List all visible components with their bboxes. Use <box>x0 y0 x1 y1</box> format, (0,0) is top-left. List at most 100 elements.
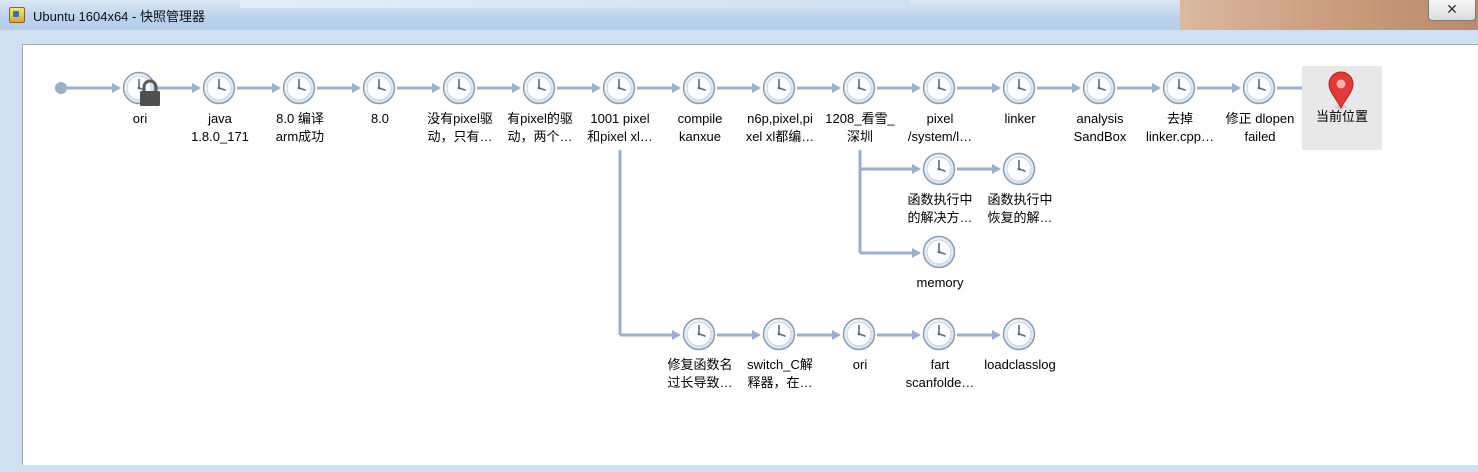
snapshot-clock-icon <box>202 71 236 105</box>
snapshot-clock-icon <box>762 71 796 105</box>
snapshot-node-compile-kanxue[interactable]: compile kanxue <box>660 70 740 150</box>
snapshot-node-pixel-system[interactable]: pixel/system/l… <box>900 70 980 150</box>
snapshot-label-line: 8.0 编译 <box>276 111 324 126</box>
snapshot-label: 函数执行中的解决方… <box>900 191 980 227</box>
snapshot-label: n6p,pixel,pi xel xl都编… <box>740 110 820 146</box>
snapshot-label-line: 过长导致… <box>667 375 733 390</box>
snapshot-label-line: xel xl都编… <box>745 129 815 144</box>
snapshot-clock-icon <box>922 71 956 105</box>
snapshot-label-line: 1.8.0_171 <box>191 129 249 144</box>
snapshot-label: switch_C解 释器，在… <box>740 356 820 392</box>
snapshot-node-ori-2[interactable]: ori <box>820 316 900 396</box>
snapshot-node-java[interactable]: java 1.8.0_171 <box>180 70 260 150</box>
snapshot-label-line: switch_C解 <box>747 357 813 372</box>
snapshot-label: 有pixel的驱 动，两个… <box>500 110 580 146</box>
snapshot-clock-icon <box>362 71 396 105</box>
snapshot-label-line: 函数执行中 <box>907 192 973 207</box>
snapshot-clock-icon <box>602 71 636 105</box>
snapshot-node-loadclasslog[interactable]: loadclasslog <box>980 316 1060 396</box>
snapshot-node-1208[interactable]: 1208_看雪_ 深圳 <box>820 70 900 150</box>
snapshot-label-line: 没有pixel驱 <box>427 111 493 126</box>
snapshot-node-80-compile[interactable]: 8.0 编译 arm成功 <box>260 70 340 150</box>
lock-icon <box>140 79 160 106</box>
snapshot-node-switch-c[interactable]: switch_C解 释器，在… <box>740 316 820 396</box>
snapshot-label: 修复函数名过长导致… <box>660 356 740 392</box>
snapshot-label-line: loadclasslog <box>984 357 1056 372</box>
snapshot-label-line: 的解决方… <box>907 210 973 225</box>
close-button[interactable]: ✕ <box>1428 0 1476 21</box>
snapshot-node-fart[interactable]: fart scanfolde… <box>900 316 980 396</box>
snapshot-clock-icon <box>1002 152 1036 186</box>
snapshot-clock-icon <box>842 71 876 105</box>
snapshot-label-line: compile <box>677 111 723 126</box>
snapshot-label-line: 修复函数名 <box>667 357 733 372</box>
snapshot-node-linker[interactable]: linker <box>980 70 1060 150</box>
snapshot-node-ori[interactable]: ori <box>100 70 180 150</box>
snapshot-node-n6p[interactable]: n6p,pixel,pi xel xl都编… <box>740 70 820 150</box>
snapshot-label: compile kanxue <box>660 110 740 146</box>
snapshot-label: linker <box>980 110 1060 128</box>
snapshot-clock-icon <box>682 317 716 351</box>
snapshot-label-line: 8.0 <box>370 111 390 126</box>
snapshot-label: loadclasslog <box>980 356 1060 374</box>
snapshot-label-line: scanfolde… <box>905 375 975 390</box>
snapshot-label-line: 深圳 <box>846 129 873 144</box>
snapshot-clock-icon <box>842 317 876 351</box>
snapshot-label: 1208_看雪_ 深圳 <box>820 110 900 146</box>
snapshot-label-line: 和pixel xl… <box>587 129 653 144</box>
background-window-strip <box>240 0 910 8</box>
snapshot-node-func-exec-2[interactable]: 函数执行中 恢复的解… <box>980 151 1060 231</box>
snapshot-node-80[interactable]: 8.0 <box>340 70 420 150</box>
snapshot-clock-icon <box>1082 71 1116 105</box>
snapshot-label: fart scanfolde… <box>900 356 980 392</box>
snapshot-clock-icon <box>442 71 476 105</box>
snapshot-label-line: ori <box>132 111 148 126</box>
snapshot-clock-icon <box>1162 71 1196 105</box>
snapshot-clock-icon <box>682 71 716 105</box>
snapshot-label-line: /system/l… <box>907 129 973 144</box>
snapshot-label: ori <box>820 356 900 374</box>
snapshot-label: 没有pixel驱 动，只有… <box>420 110 500 146</box>
snapshot-label: java 1.8.0_171 <box>180 110 260 146</box>
snapshot-node-remove-linker[interactable]: 去掉 linker.cpp… <box>1140 70 1220 150</box>
snapshot-label: pixel/system/l… <box>900 110 980 146</box>
snapshot-clock-icon <box>922 317 956 351</box>
snapshot-label-line: kanxue <box>679 129 721 144</box>
snapshot-node-fix-dlopen[interactable]: 修正 dlopen failed <box>1220 70 1300 150</box>
snapshot-label-line: linker <box>1004 111 1036 126</box>
snapshot-label-line: arm成功 <box>275 129 325 144</box>
snapshot-label-line: 修正 dlopen <box>1225 111 1295 126</box>
snapshot-label: analysis SandBox <box>1060 110 1140 146</box>
snapshot-node-fix-func-name[interactable]: 修复函数名过长导致… <box>660 316 740 396</box>
window-title: Ubuntu 1604x64 - 快照管理器 <box>33 9 205 24</box>
snapshot-label-line: java <box>208 111 232 126</box>
current-position-node[interactable]: 当前位置 <box>1302 66 1382 150</box>
snapshot-label-line: analysis <box>1076 111 1124 126</box>
snapshot-node-1001-pixel[interactable]: 1001 pixel 和pixel xl… <box>580 70 660 150</box>
snapshot-label: 去掉 linker.cpp… <box>1140 110 1220 146</box>
snapshot-label-line: linker.cpp… <box>1146 129 1214 144</box>
snapshot-label-line: 动，两个… <box>507 129 573 144</box>
snapshot-label-line: 1208_看雪_ <box>825 111 895 126</box>
snapshot-node-analysis-sandbox[interactable]: analysis SandBox <box>1060 70 1140 150</box>
snapshot-label-line: failed <box>1244 129 1276 144</box>
snapshot-label-line: 去掉 <box>1166 111 1193 126</box>
snapshot-label: 8.0 <box>340 110 420 128</box>
snapshot-label-line: ori <box>852 357 868 372</box>
snapshot-label: 8.0 编译 arm成功 <box>260 110 340 146</box>
snapshot-clock-icon <box>1002 71 1036 105</box>
snapshot-label-line: pixel <box>926 111 954 126</box>
snapshot-clock-icon <box>922 235 956 269</box>
snapshot-node-func-exec-1[interactable]: 函数执行中的解决方… <box>900 151 980 231</box>
snapshot-label-line: fart <box>930 357 950 372</box>
snapshot-label-line: 动，只有… <box>427 129 493 144</box>
snapshot-label: memory <box>900 274 980 292</box>
snapshot-label-line: 恢复的解… <box>987 210 1053 225</box>
current-position-label: 当前位置 <box>1315 109 1368 124</box>
snapshot-label: 函数执行中 恢复的解… <box>980 191 1060 227</box>
snapshot-node-memory[interactable]: memory <box>900 234 980 314</box>
title-bar: Ubuntu 1604x64 - 快照管理器 ✕ <box>0 0 1478 31</box>
snapshot-node-no-pixel-driver[interactable]: 没有pixel驱 动，只有… <box>420 70 500 150</box>
snapshot-node-pixel-driver[interactable]: 有pixel的驱 动，两个… <box>500 70 580 150</box>
snapshot-label-line: 有pixel的驱 <box>507 111 573 126</box>
